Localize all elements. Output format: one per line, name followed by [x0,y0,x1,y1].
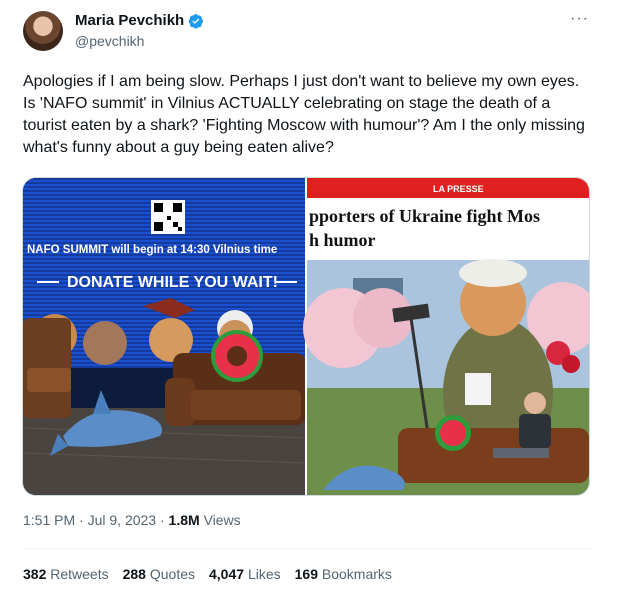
author-handle[interactable]: @pevchikh [75,33,144,49]
qr-code-icon [151,200,185,234]
press-headline-line2: h humor [309,230,376,250]
verified-badge-icon [188,13,204,29]
meta-separator: · [79,512,84,528]
retweets-stat[interactable]: 382 Retweets [23,566,109,582]
stage-banner-line2: DONATE WHILE YOU WAIT! [67,274,278,291]
engagement-stats: 382 Retweets 288 Quotes 4,047 Likes 169 … [23,566,392,582]
tweet-text: Apologies if I am being slow. Perhaps I … [23,73,585,156]
author-name-row: Maria Pevchikh [75,12,204,29]
press-headline-line1: pporters of Ukraine fight Mos [309,206,540,226]
tweet-meta: 1:51 PM · Jul 9, 2023 · 1.8M Views [23,512,241,528]
meta-separator: · [159,512,165,528]
bookmarks-stat[interactable]: 169 Bookmarks [295,566,392,582]
avatar[interactable] [23,11,63,51]
tweet-card: Maria Pevchikh @pevchikh ··· Apologies i… [0,0,619,597]
tweet-media[interactable]: NAFO SUMMIT will begin at 14:30 Vilnius … [22,177,590,496]
tweet-time[interactable]: 1:51 PM [23,512,75,528]
views-count: 1.8M [168,512,200,528]
media-images: NAFO SUMMIT will begin at 14:30 Vilnius … [23,178,589,495]
stage-banner-line1: NAFO SUMMIT will begin at 14:30 Vilnius … [27,244,277,256]
divider [23,548,591,549]
media-image-left[interactable]: NAFO SUMMIT will begin at 14:30 Vilnius … [23,178,307,495]
press-source: LA PRESSE [433,184,484,194]
views-label: Views [203,512,241,528]
media-image-right[interactable]: LA PRESSE pporters of Ukraine fight Mos … [303,178,589,495]
more-options-icon[interactable]: ··· [570,10,589,28]
quotes-stat[interactable]: 288 Quotes [123,566,195,582]
author-name[interactable]: Maria Pevchikh [75,12,184,29]
tweet-date[interactable]: Jul 9, 2023 [88,512,157,528]
likes-stat[interactable]: 4,047 Likes [209,566,281,582]
